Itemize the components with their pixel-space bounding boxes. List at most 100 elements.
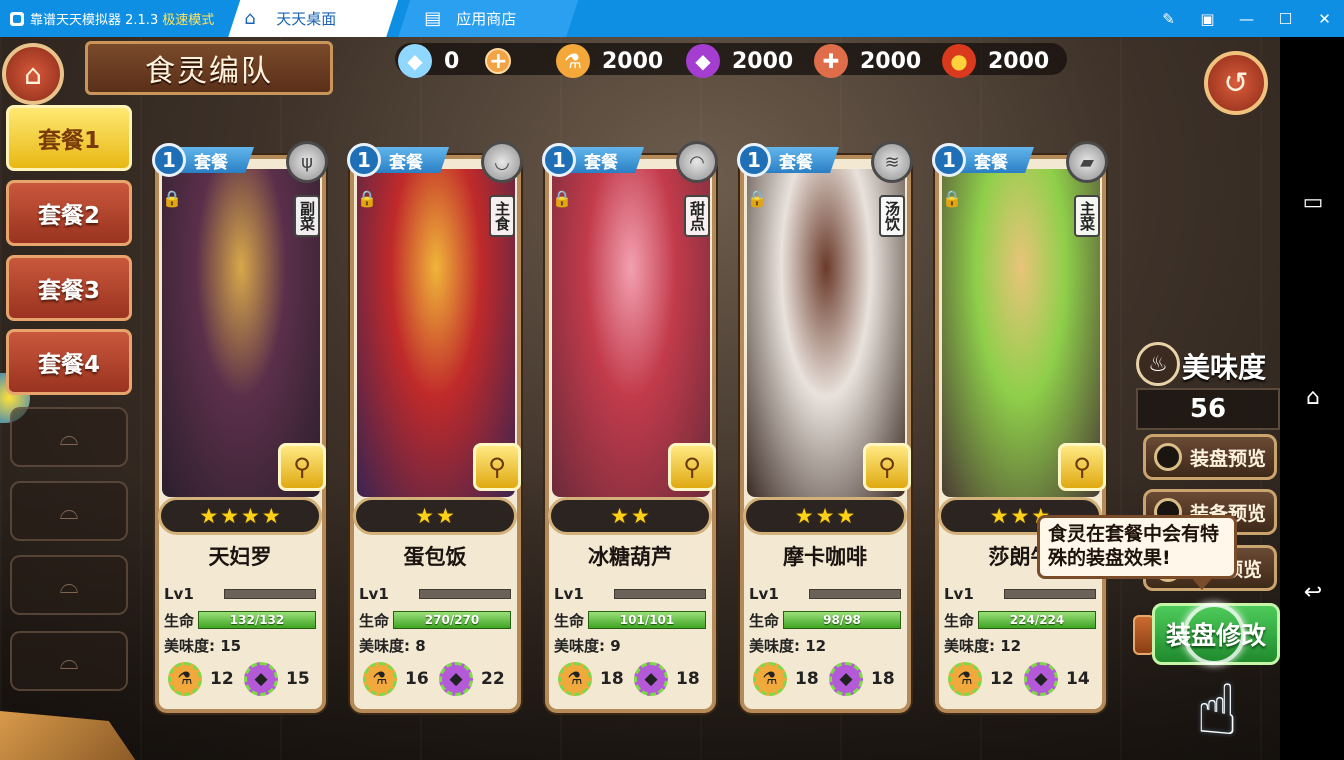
side-tab-set-4[interactable]: 套餐4 bbox=[6, 329, 132, 395]
lock-icon[interactable]: 🔒 bbox=[552, 189, 572, 211]
locked-cloche-icon: ⌓ bbox=[59, 497, 79, 525]
magnifier-icon[interactable]: ⚲ bbox=[278, 443, 326, 491]
magnifier-icon[interactable]: ⚲ bbox=[1058, 443, 1106, 491]
lock-icon[interactable]: 🔒 bbox=[162, 189, 182, 211]
taste-row: 美味度: 15 bbox=[164, 635, 241, 656]
set-label: 套餐 bbox=[570, 147, 644, 173]
side-tab-set-1[interactable]: 套餐1 bbox=[6, 105, 132, 171]
hp-bar: 224/224 bbox=[978, 611, 1097, 629]
potion-stat-value: 12 bbox=[210, 669, 234, 689]
stat-row: ⚗ 12 ◆ 14 bbox=[948, 661, 1098, 697]
knife-icon: ▰ bbox=[1066, 141, 1108, 183]
maximize-icon[interactable]: ☐ bbox=[1266, 0, 1305, 37]
diamond-count: 0 bbox=[444, 48, 460, 74]
emulator-titlebar: 靠谱天天模拟器 2.1.3 极速模式 ⌂ 天天桌面 ▤ 应用商店 ✎ ▣ — ☐ … bbox=[0, 0, 1344, 37]
locked-set-slot[interactable]: ⌓ bbox=[10, 631, 128, 691]
fork-icon: ψ bbox=[286, 141, 328, 183]
home-icon: ⌂ bbox=[244, 7, 256, 29]
character-name: 天妇罗 bbox=[208, 545, 272, 569]
character-card[interactable]: 1 套餐 ▰ 主菜 🔒 ⚲ ★★★ 莎朗牛 Lv1 生命 224/224 美味度… bbox=[932, 141, 1108, 747]
back-button[interactable]: ↺ bbox=[1204, 51, 1268, 115]
stat-row: ⚗ 16 ◆ 22 bbox=[363, 661, 513, 697]
crystal-stat-icon: ◆ bbox=[634, 662, 668, 696]
star-icon: ★ bbox=[794, 504, 814, 528]
character-card[interactable]: 1 套餐 ψ 副菜 🔒 ⚲ ★ ★ ★ ★ 天妇罗 Lv1 生命 132/132 美味… bbox=[152, 141, 328, 747]
restore-icon[interactable]: ▣ bbox=[1188, 0, 1227, 37]
corner-decoration bbox=[0, 711, 136, 760]
character-card[interactable]: 1 套餐 ◠ 甜点 🔒 ⚲ ★ ★ 冰糖葫芦 Lv1 生命 101/101 美味度… bbox=[542, 141, 718, 747]
tab-app-store[interactable]: ▤ 应用商店 bbox=[398, 0, 578, 37]
close-icon[interactable]: ✕ bbox=[1305, 0, 1344, 37]
side-tab-set-3[interactable]: 套餐3 bbox=[6, 255, 132, 321]
plating-preview-button[interactable]: 装盘预览 bbox=[1143, 434, 1277, 480]
star-icon: ★ bbox=[631, 504, 650, 528]
star-rating: ★ ★ bbox=[548, 497, 712, 535]
taste-value: 8 bbox=[415, 637, 426, 655]
set-number: 1 bbox=[347, 143, 381, 177]
side-tab-set-2[interactable]: 套餐2 bbox=[6, 180, 132, 246]
hp-label: 生命 bbox=[359, 611, 390, 630]
set-label: 套餐 bbox=[765, 147, 839, 173]
dish-type-label: 副菜 bbox=[294, 195, 320, 237]
taste-label: 美味度: bbox=[749, 637, 800, 655]
tab-desktop[interactable]: ⌂ 天天桌面 bbox=[228, 0, 398, 37]
bomb-icon: ● bbox=[942, 44, 976, 78]
speed-mode-label: 极速模式 bbox=[162, 13, 215, 28]
minimize-icon[interactable]: — bbox=[1227, 0, 1266, 37]
meat-count: 2000 bbox=[860, 48, 922, 74]
locked-set-slot[interactable]: ⌓ bbox=[10, 407, 128, 467]
crystal-count: 2000 bbox=[732, 48, 794, 74]
hp-row: 生命 101/101 bbox=[554, 609, 710, 631]
level-row: Lv1 bbox=[554, 585, 710, 603]
home-icon: ⌂ bbox=[24, 57, 42, 91]
bowl-icon: ◡ bbox=[481, 141, 523, 183]
home-button[interactable]: ⌂ bbox=[2, 43, 64, 105]
set-badge: 1 套餐 bbox=[347, 143, 449, 177]
lock-icon[interactable]: 🔒 bbox=[357, 189, 377, 211]
recent-apps-icon[interactable]: ▭ bbox=[1296, 187, 1330, 217]
dish-type-label: 主食 bbox=[489, 195, 515, 237]
potion-stat-icon: ⚗ bbox=[753, 662, 787, 696]
hp-label: 生命 bbox=[554, 611, 585, 630]
resource-crystal: ◆ 2000 bbox=[686, 41, 793, 81]
magnifier-icon[interactable]: ⚲ bbox=[473, 443, 521, 491]
potion-stat-icon: ⚗ bbox=[363, 662, 397, 696]
character-card[interactable]: 1 套餐 ◡ 主食 🔒 ⚲ ★ ★ 蛋包饭 Lv1 生命 270/270 美味度:… bbox=[347, 141, 523, 747]
lock-icon[interactable]: 🔒 bbox=[747, 189, 767, 211]
crystal-stat-value: 14 bbox=[1066, 669, 1090, 689]
hp-row: 生命 270/270 bbox=[359, 609, 515, 631]
android-nav-bar: ▭ ⌂ ↩ bbox=[1280, 37, 1344, 760]
total-taste-label: 美味度 bbox=[1182, 351, 1267, 384]
tap-highlight-ring bbox=[1183, 603, 1245, 665]
taste-value: 12 bbox=[1000, 637, 1022, 655]
hp-bar: 101/101 bbox=[588, 611, 707, 629]
potion-stat-icon: ⚗ bbox=[168, 662, 202, 696]
level-label: Lv1 bbox=[749, 585, 779, 603]
exp-bar bbox=[808, 589, 901, 599]
add-diamond-button[interactable]: + bbox=[485, 48, 512, 74]
magnifier-icon[interactable]: ⚲ bbox=[863, 443, 911, 491]
taste-row: 美味度: 12 bbox=[944, 635, 1021, 656]
star-icon: ★ bbox=[836, 504, 856, 528]
android-logo-icon bbox=[10, 11, 24, 26]
lock-icon[interactable]: 🔒 bbox=[942, 189, 962, 211]
set-label: 套餐 bbox=[180, 147, 254, 173]
pin-icon[interactable]: ✎ bbox=[1149, 0, 1188, 37]
dish-type-label: 甜点 bbox=[684, 195, 710, 237]
magnifier-icon[interactable]: ⚲ bbox=[668, 443, 716, 491]
android-back-icon[interactable]: ↩ bbox=[1296, 577, 1330, 607]
crystal-stat-value: 18 bbox=[676, 669, 700, 689]
crystal-stat-value: 15 bbox=[286, 669, 310, 689]
level-row: Lv1 bbox=[359, 585, 515, 603]
locked-set-slot[interactable]: ⌓ bbox=[10, 481, 128, 541]
tab-desktop-label: 天天桌面 bbox=[276, 10, 337, 28]
character-name: 蛋包饭 bbox=[403, 545, 467, 569]
star-icon: ★ bbox=[1010, 504, 1030, 528]
set-label: 套餐 bbox=[960, 147, 1034, 173]
character-card[interactable]: 1 套餐 ≋ 汤饮 🔒 ⚲ ★ ★ ★ 摩卡咖啡 Lv1 生命 98/98 美味度:… bbox=[737, 141, 913, 747]
locked-set-slot[interactable]: ⌓ bbox=[10, 555, 128, 615]
android-home-icon[interactable]: ⌂ bbox=[1296, 382, 1330, 412]
window-controls: ✎ ▣ — ☐ ✕ bbox=[1149, 0, 1344, 37]
emulator-version-label: 靠谱天天模拟器 2.1.3 bbox=[30, 13, 159, 28]
exp-bar bbox=[1003, 589, 1096, 599]
